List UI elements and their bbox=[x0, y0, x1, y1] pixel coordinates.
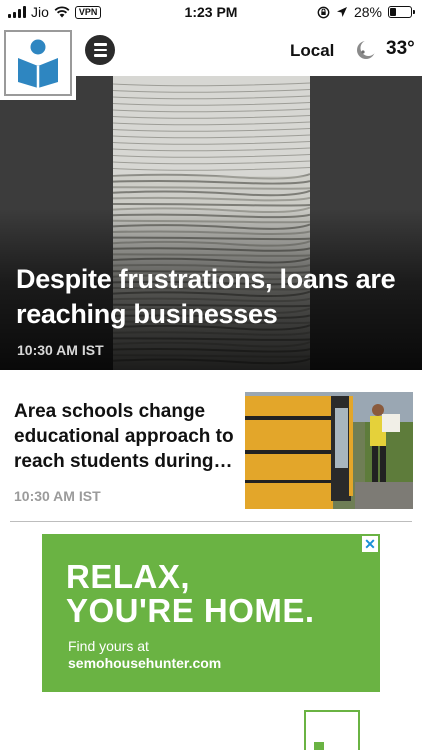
local-link[interactable]: Local bbox=[290, 41, 334, 61]
hamburger-menu-icon bbox=[93, 43, 107, 46]
ad-image-area bbox=[42, 692, 380, 750]
ad-subtext: Find yours at bbox=[68, 638, 149, 654]
ad-headline-line-2: YOU'RE HOME. bbox=[66, 592, 315, 629]
battery-level bbox=[390, 8, 396, 16]
hero-timestamp: 10:30 AM IST bbox=[17, 342, 104, 358]
location-arrow-icon bbox=[336, 7, 347, 17]
story-item[interactable]: Area schools change educational approach… bbox=[0, 370, 422, 522]
school-bus-photo bbox=[245, 392, 413, 509]
status-right: 28% bbox=[317, 4, 415, 20]
battery-icon bbox=[388, 6, 415, 18]
hero-story[interactable]: Despite frustrations, loans are reaching… bbox=[0, 76, 422, 370]
ad-frame-graphic bbox=[304, 710, 360, 750]
temperature[interactable]: 33° bbox=[386, 38, 415, 60]
hero-headline[interactable]: Despite frustrations, loans are reaching… bbox=[16, 262, 411, 332]
divider bbox=[10, 521, 412, 522]
ad-url[interactable]: semohousehunter.com bbox=[68, 655, 221, 671]
status-bar: Jio VPN 1:23 PM 28% bbox=[0, 0, 422, 26]
menu-button[interactable] bbox=[85, 35, 115, 65]
story-headline[interactable]: Area schools change educational approach… bbox=[14, 399, 239, 474]
ad-headline-line-1: RELAX, bbox=[66, 558, 191, 595]
advertisement[interactable]: ✕ RELAX, YOU'RE HOME. Find yours at semo… bbox=[42, 534, 380, 750]
app-header: Local 33° bbox=[0, 26, 422, 100]
logo[interactable] bbox=[0, 26, 76, 100]
moon-icon[interactable] bbox=[356, 40, 376, 60]
ad-headline: RELAX, YOU'RE HOME. bbox=[66, 560, 315, 628]
logo-frame bbox=[4, 30, 72, 96]
story-timestamp: 10:30 AM IST bbox=[14, 488, 101, 504]
orientation-lock-icon bbox=[317, 6, 330, 18]
battery-percent: 28% bbox=[353, 4, 382, 20]
ad-close-button[interactable]: ✕ bbox=[362, 536, 378, 552]
reader-book-logo-icon bbox=[18, 39, 58, 88]
